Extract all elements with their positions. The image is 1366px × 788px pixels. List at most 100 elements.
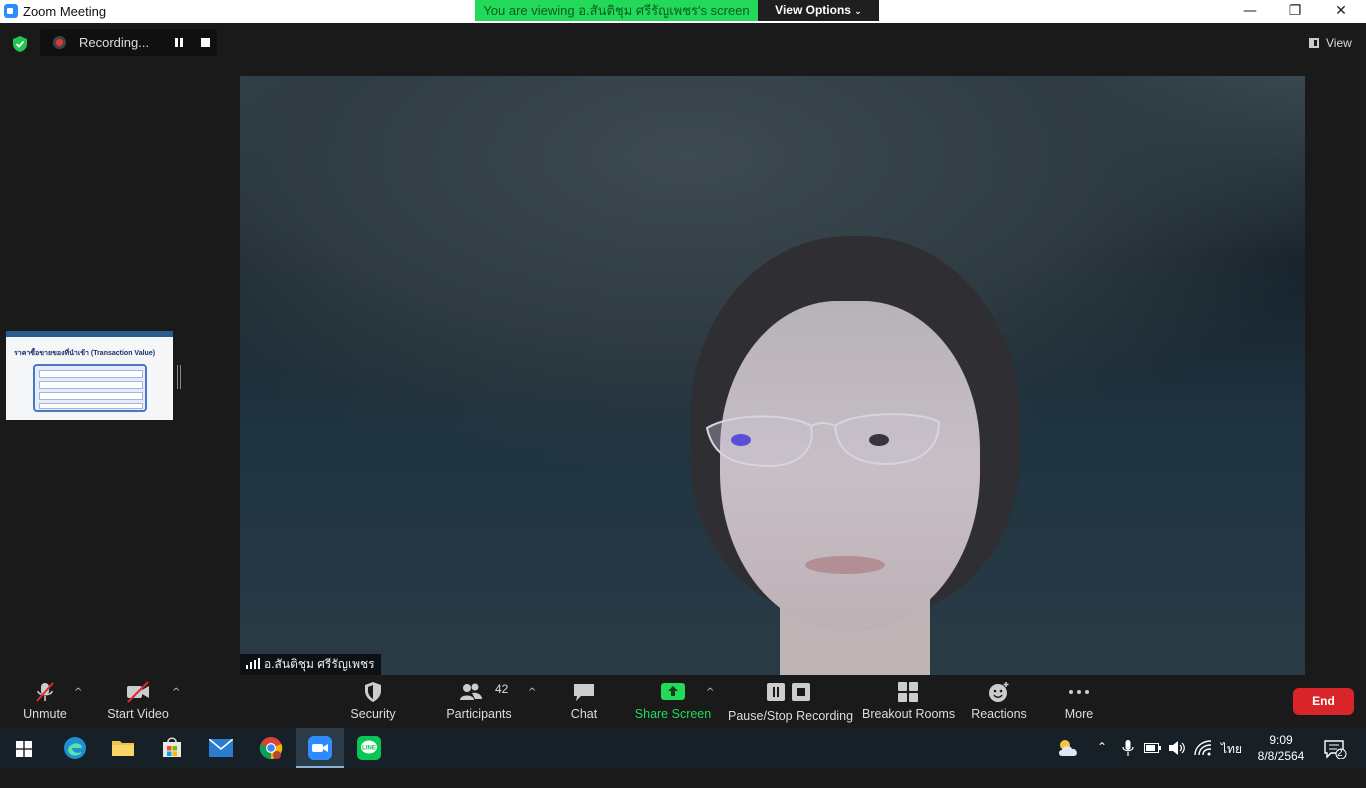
meeting-area: Recording... View ราคาซื้อขายของที่นำเข้… <box>0 23 1366 675</box>
clock-date: 8/8/2564 <box>1257 749 1305 763</box>
line-app-icon: LINE <box>357 736 381 760</box>
view-options-label: View Options <box>775 3 851 17</box>
viewing-screen-banner: You are viewing อ.สันติชุม ศรีรัญเพชร's … <box>475 0 758 21</box>
participants-options-caret-icon[interactable]: ^ <box>528 687 536 698</box>
close-button[interactable]: ✕ <box>1318 0 1364 23</box>
recording-indicator: Recording... <box>40 29 217 56</box>
battery-icon[interactable] <box>1144 742 1162 754</box>
thumbnail-resize-handle[interactable] <box>177 365 181 389</box>
share-screen-label: Share Screen <box>634 707 712 721</box>
view-button[interactable]: View <box>1300 33 1360 53</box>
chrome-taskbar-button[interactable] <box>247 728 295 768</box>
recording-dot-icon <box>53 36 66 49</box>
more-button[interactable]: More <box>1054 675 1104 728</box>
reactions-smiley-icon <box>989 682 1009 702</box>
tray-microphone-icon[interactable] <box>1122 740 1134 756</box>
windows-logo-icon <box>16 741 32 757</box>
share-screen-button[interactable]: Share Screen <box>632 675 714 728</box>
view-options-button[interactable]: View Options ⌄ <box>758 0 879 21</box>
maximize-button[interactable]: ❐ <box>1272 0 1318 23</box>
unmute-label: Unmute <box>23 707 67 721</box>
show-hidden-icons-chevron-icon[interactable]: ⌃ <box>1097 740 1113 780</box>
mail-envelope-icon <box>209 739 233 757</box>
chat-button[interactable]: Chat <box>556 675 612 728</box>
folder-icon <box>112 741 134 756</box>
reactions-label: Reactions <box>971 707 1027 721</box>
slide-title: ราคาซื้อขายของที่นำเข้า (Transaction Val… <box>14 350 156 357</box>
line-taskbar-button[interactable]: LINE <box>345 728 393 768</box>
pause-recording-icon[interactable] <box>174 38 184 48</box>
microphone-muted-icon <box>36 682 54 702</box>
zoom-logo-icon <box>4 4 18 18</box>
notification-count-badge: 2 <box>1337 748 1343 759</box>
more-dots-icon <box>1069 690 1089 694</box>
chat-bubble-icon <box>574 684 594 701</box>
speaker-name: อ.สันติชุม ศรีรัญเพชร <box>264 657 375 671</box>
zoom-taskbar-button[interactable] <box>296 728 344 768</box>
chevron-down-icon: ⌄ <box>854 7 862 17</box>
security-shield-icon <box>365 682 381 702</box>
start-video-button[interactable]: Start Video <box>100 675 176 728</box>
gallery-view-icon <box>1309 38 1319 48</box>
speaker-video <box>240 76 1305 675</box>
start-video-label: Start Video <box>107 707 169 721</box>
participants-button[interactable]: 42 Participants <box>440 675 518 728</box>
participants-count: 42 <box>495 682 509 696</box>
taskbar-clock[interactable]: 9:09 8/8/2564 <box>1253 732 1309 764</box>
signal-strength-icon <box>246 658 260 669</box>
network-wifi-icon[interactable] <box>1194 740 1212 756</box>
slide-content-box <box>33 364 147 412</box>
participants-label: Participants <box>446 707 512 721</box>
reactions-button[interactable]: Reactions <box>968 675 1030 728</box>
security-label: Security <box>350 707 396 721</box>
breakout-rooms-button[interactable]: Breakout Rooms <box>862 675 956 728</box>
store-taskbar-button[interactable] <box>148 728 196 768</box>
video-off-icon <box>127 681 149 703</box>
weather-cloud-icon[interactable] <box>1057 738 1081 758</box>
speaker-name-tag: อ.สันติชุม ศรีรัญเพชร <box>240 654 381 675</box>
breakout-rooms-label: Breakout Rooms <box>862 707 956 721</box>
view-label: View <box>1326 36 1352 50</box>
share-options-caret-icon[interactable]: ^ <box>706 687 714 698</box>
video-options-caret-icon[interactable]: ^ <box>172 687 180 698</box>
slide-line <box>39 403 143 409</box>
window-title: Zoom Meeting <box>23 4 107 19</box>
pause-stop-icon <box>767 683 810 701</box>
audio-options-caret-icon[interactable]: ^ <box>74 687 82 698</box>
slide-header-bar <box>6 331 173 337</box>
pause-stop-recording-label: Pause/Stop Recording <box>728 709 854 723</box>
encryption-shield-icon[interactable] <box>11 35 29 53</box>
volume-icon[interactable] <box>1168 740 1186 756</box>
pause-stop-recording-button[interactable]: Pause/Stop Recording <box>728 675 854 728</box>
mail-taskbar-button[interactable] <box>197 728 245 768</box>
chat-label: Chat <box>570 707 598 721</box>
clock-time: 9:09 <box>1269 733 1293 747</box>
share-screen-arrow-icon <box>661 683 685 700</box>
slide-line <box>39 392 143 400</box>
chrome-icon <box>259 737 283 760</box>
shared-screen-thumbnail[interactable]: ราคาซื้อขายของที่นำเข้า (Transaction Val… <box>6 331 173 420</box>
breakout-rooms-grid-icon <box>898 682 918 702</box>
title-bar: Zoom Meeting You are viewing อ.สันติชุม … <box>0 0 1366 23</box>
unmute-button[interactable]: Unmute <box>10 675 80 728</box>
start-button[interactable] <box>0 728 48 768</box>
windows-taskbar: LINE ⌃ ไทย 9:09 8/8/2564 2 <box>0 728 1366 768</box>
zoom-app-icon <box>308 736 332 760</box>
edge-icon <box>64 737 86 759</box>
speaker-glasses <box>705 413 941 468</box>
recording-label: Recording... <box>79 35 150 50</box>
input-language-indicator[interactable]: ไทย <box>1221 740 1242 780</box>
notification-center-icon[interactable] <box>1323 739 1347 759</box>
stop-recording-icon[interactable] <box>201 38 210 47</box>
slide-line <box>39 381 143 389</box>
security-button[interactable]: Security <box>340 675 406 728</box>
store-bag-icon <box>163 737 181 757</box>
speaker-mouth <box>805 556 885 574</box>
participants-icon <box>460 683 483 700</box>
slide-line <box>39 370 143 378</box>
edge-browser-taskbar-button[interactable] <box>51 728 99 768</box>
minimize-button[interactable]: — <box>1227 0 1273 23</box>
more-label: More <box>1064 707 1094 721</box>
end-meeting-button[interactable]: End <box>1293 688 1354 715</box>
file-explorer-taskbar-button[interactable] <box>99 728 147 768</box>
